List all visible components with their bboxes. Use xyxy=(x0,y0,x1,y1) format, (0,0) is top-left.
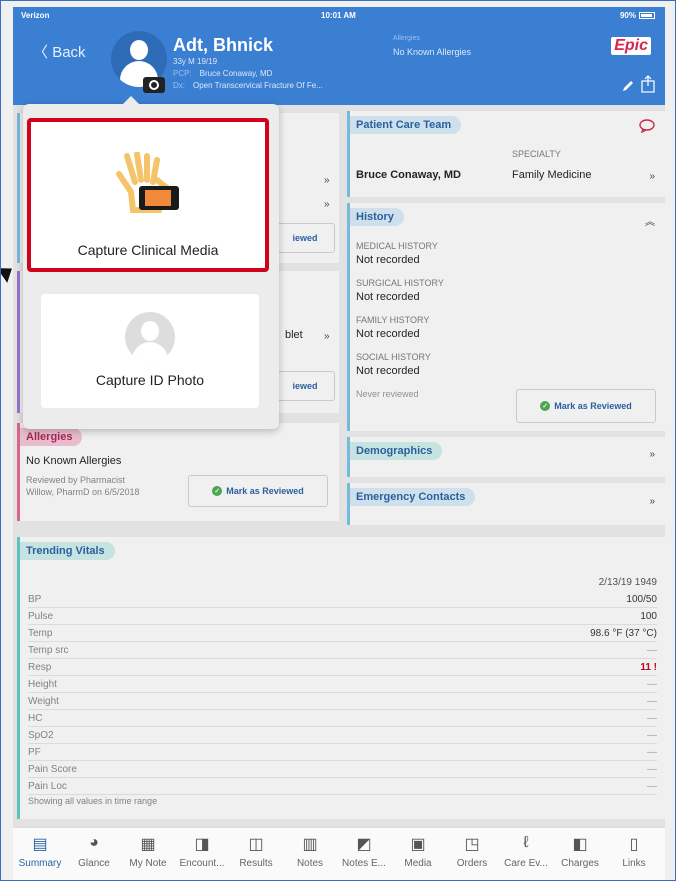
pcp-line: PCP: Bruce Conaway, MD xyxy=(173,69,272,78)
patient-header: Verizon 10:01 AM 90% 〈 Back Adt, Bhnick … xyxy=(13,7,665,105)
tab-label: Links xyxy=(622,858,646,869)
tab-label: Care Ev... xyxy=(504,858,548,869)
tab-encounter[interactable]: ◨ Encount... xyxy=(177,834,227,869)
header-allergies-value: No Known Allergies xyxy=(393,47,472,57)
patient-name: Adt, Bhnick xyxy=(173,35,274,55)
care-everywhere-icon: ℓ xyxy=(523,834,529,851)
dx-line: Dx: Open Transcervical Fracture Of Fe... xyxy=(173,81,323,90)
notes-edit-icon: ◩ xyxy=(356,836,372,853)
share-icon[interactable] xyxy=(641,75,655,93)
media-icon: ▣ xyxy=(410,836,426,853)
status-bar: Verizon 10:01 AM 90% xyxy=(13,7,665,23)
tab-label: Results xyxy=(239,858,273,869)
tab-label: Encount... xyxy=(179,858,225,869)
tab-label: Glance xyxy=(78,858,110,869)
back-label: Back xyxy=(52,44,86,61)
epic-logo: Epic xyxy=(611,37,651,55)
tab-note[interactable]: ▦ My Note xyxy=(123,834,173,869)
tab-media[interactable]: ▣ Media xyxy=(393,834,443,869)
tab-orders[interactable]: ◳ Orders xyxy=(447,834,497,869)
glance-icon: ◕ xyxy=(89,834,99,851)
encounter-icon: ◨ xyxy=(194,836,210,853)
chevron-left-icon: 〈 xyxy=(33,44,49,61)
capture-id-photo-label: Capture ID Photo xyxy=(95,372,205,388)
dx-label: Dx: xyxy=(173,81,185,90)
tab-label: My Note xyxy=(129,858,167,869)
tab-notes-edit[interactable]: ◩ Notes E... xyxy=(339,834,389,869)
tab-notes[interactable]: ▥ Notes xyxy=(285,834,335,869)
summary-icon: ▤ xyxy=(32,836,48,853)
notes-icon: ▥ xyxy=(302,836,318,853)
app-frame: Verizon 10:01 AM 90% 〈 Back Adt, Bhnick … xyxy=(0,0,676,881)
tab-label: Notes xyxy=(296,858,324,869)
tab-summary[interactable]: ▤ Summary xyxy=(15,834,65,869)
id-photo-avatar-icon xyxy=(125,312,175,362)
battery-icon xyxy=(639,12,655,19)
bottom-tab-bar: ▤ Summary ◕ Glance ▦ My Note ◨ Encount... ◫ Resul… xyxy=(13,827,665,880)
battery-status: 90% xyxy=(620,11,655,20)
tab-label: Notes E... xyxy=(342,858,386,869)
tab-label: Media xyxy=(404,858,432,869)
capture-clinical-media-label: Capture Clinical Media xyxy=(77,242,219,258)
carrier-label: Verizon xyxy=(21,11,50,20)
tab-links[interactable]: ▯ Links xyxy=(609,834,659,869)
tab-charges[interactable]: ◧ Charges xyxy=(555,834,605,869)
pencil-icon[interactable] xyxy=(621,79,635,93)
tab-label: Orders xyxy=(456,858,488,869)
hand-phone-icon xyxy=(116,152,179,213)
header-allergies-label: Allergies xyxy=(393,35,420,42)
back-button[interactable]: 〈 Back xyxy=(33,41,86,62)
clock-label: 10:01 AM xyxy=(321,11,356,20)
media-capture-popover: Capture Clinical Media Capture ID Photo xyxy=(23,96,279,429)
links-icon: ▯ xyxy=(629,836,639,853)
tab-results[interactable]: ◫ Results xyxy=(231,834,281,869)
camera-icon[interactable] xyxy=(143,77,165,93)
results-icon: ◫ xyxy=(248,836,264,853)
dx-value: Open Transcervical Fracture Of Fe... xyxy=(193,81,323,90)
pcp-value: Bruce Conaway, MD xyxy=(199,69,273,78)
note-icon: ▦ xyxy=(140,836,156,853)
orders-icon: ◳ xyxy=(464,836,480,853)
capture-id-photo-button[interactable]: Capture ID Photo xyxy=(41,294,259,408)
capture-clinical-media-button[interactable]: Capture Clinical Media xyxy=(27,118,269,272)
charges-icon: ◧ xyxy=(572,836,588,853)
battery-percent: 90% xyxy=(619,11,636,20)
tab-glance[interactable]: ◕ Glance xyxy=(69,834,119,869)
pcp-label: PCP: xyxy=(173,69,192,78)
patient-age-line: 33y M 19/19 xyxy=(173,57,218,66)
tab-care-everywhere[interactable]: ℓ Care Ev... xyxy=(501,834,551,869)
tab-label: Summary xyxy=(18,858,62,869)
tab-label: Charges xyxy=(561,858,599,869)
